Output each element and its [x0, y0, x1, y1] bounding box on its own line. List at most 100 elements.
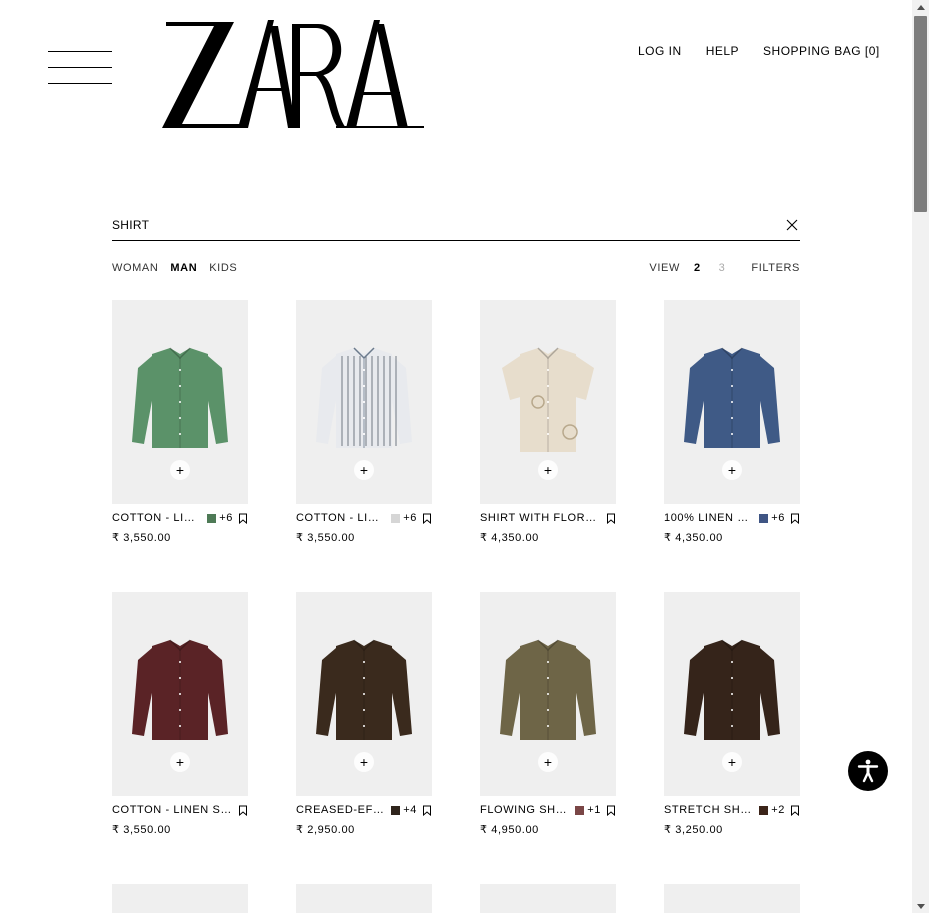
color-swatch[interactable] — [207, 513, 217, 523]
color-swatch[interactable] — [391, 513, 401, 523]
tab-man[interactable]: MAN — [170, 262, 197, 274]
product-price: ₹ 2,950.00 — [296, 824, 355, 836]
plus-icon[interactable]: + — [354, 752, 374, 772]
plus-icon[interactable]: + — [538, 460, 558, 480]
view-controls: VIEW 2 3 FILTERS — [649, 262, 800, 274]
color-swatch[interactable] — [759, 805, 769, 815]
product-price: ₹ 4,350.00 — [480, 532, 539, 544]
color-swatch[interactable] — [575, 805, 585, 815]
bookmark-icon[interactable] — [238, 805, 248, 816]
color-swatch[interactable] — [391, 805, 401, 815]
more-colors-count: +1 — [587, 804, 601, 816]
product-info: FLOWING SHIRT +1 — [480, 803, 616, 817]
product-info: COTTON - LINEN SHIRT — [112, 803, 248, 817]
menu-line — [48, 51, 112, 52]
tab-woman[interactable]: WOMAN — [112, 262, 158, 274]
bookmark-icon[interactable] — [606, 513, 616, 524]
product-image[interactable]: + — [480, 592, 616, 796]
product-name[interactable]: SHIRT WITH FLORAL EMBROIDERY — [480, 512, 601, 524]
bookmark-icon[interactable] — [238, 513, 248, 524]
shirt-image — [684, 347, 780, 448]
more-colors-count: +6 — [219, 512, 233, 524]
product-name[interactable]: CREASED-EFFECT SHIRT — [296, 804, 385, 816]
shirt-image — [316, 639, 412, 740]
product-card[interactable]: + FLOWING SHIRT +1 ₹ 4,950.00 — [480, 592, 616, 836]
help-link[interactable]: HELP — [706, 44, 739, 58]
shirt-image — [500, 639, 596, 740]
shirt-image — [132, 639, 228, 740]
search-input[interactable] — [112, 213, 752, 237]
product-image[interactable]: + — [664, 300, 800, 504]
hamburger-menu-icon[interactable] — [48, 51, 112, 85]
product-image[interactable]: + — [296, 592, 432, 796]
product-price: ₹ 4,350.00 — [664, 532, 723, 544]
bookmark-icon[interactable] — [790, 513, 800, 524]
gender-tabs: WOMAN MAN KIDS — [112, 262, 237, 274]
product-card[interactable]: + STRETCH SHIRT +2 ₹ 3,250.00 — [664, 592, 800, 836]
product-image[interactable] — [296, 884, 432, 913]
scroll-up-arrow-icon[interactable] — [912, 0, 929, 14]
bookmark-icon[interactable] — [790, 805, 800, 816]
product-name[interactable]: COTTON - LINEN SHIRT — [112, 804, 233, 816]
accessibility-icon[interactable] — [848, 751, 888, 791]
filters-button[interactable]: FILTERS — [751, 262, 800, 274]
product-name[interactable]: STRETCH SHIRT — [664, 804, 753, 816]
product-card[interactable] — [296, 884, 432, 913]
product-card[interactable]: + COTTON - LINEN STRIPED SHIRT +6 ₹ 3,55… — [296, 300, 432, 544]
product-image[interactable] — [664, 884, 800, 913]
product-price: ₹ 3,550.00 — [296, 532, 355, 544]
close-icon[interactable] — [784, 217, 800, 233]
plus-icon[interactable]: + — [354, 460, 374, 480]
plus-icon[interactable]: + — [170, 752, 190, 772]
page-scrollbar[interactable] — [912, 0, 929, 913]
scroll-down-arrow-icon[interactable] — [912, 899, 929, 913]
product-card[interactable]: + COTTON - LINEN SHIRT ₹ 3,550.00 — [112, 592, 248, 836]
plus-icon[interactable]: + — [170, 460, 190, 480]
product-price: ₹ 3,550.00 — [112, 824, 171, 836]
product-name[interactable]: FLOWING SHIRT — [480, 804, 569, 816]
product-info: SHIRT WITH FLORAL EMBROIDERY — [480, 511, 616, 525]
color-swatch[interactable] — [759, 513, 769, 523]
product-image[interactable] — [480, 884, 616, 913]
view-label: VIEW — [649, 262, 680, 274]
product-name[interactable]: COTTON - LINEN SHIRT — [112, 512, 201, 524]
product-image[interactable]: + — [296, 300, 432, 504]
product-card[interactable]: + COTTON - LINEN SHIRT +6 ₹ 3,550.00 — [112, 300, 248, 544]
bookmark-icon[interactable] — [422, 513, 432, 524]
plus-icon[interactable]: + — [722, 460, 742, 480]
product-card[interactable] — [480, 884, 616, 913]
product-card[interactable]: + CREASED-EFFECT SHIRT +4 ₹ 2,950.00 — [296, 592, 432, 836]
shirt-image — [684, 639, 780, 740]
top-navigation: LOG IN HELP SHOPPING BAG [0] — [638, 44, 880, 58]
bookmark-icon[interactable] — [422, 805, 432, 816]
product-name[interactable]: 100% LINEN SHIRT — [664, 512, 753, 524]
plus-icon[interactable]: + — [538, 752, 558, 772]
shirt-image — [502, 347, 594, 452]
shirt-image — [316, 347, 412, 448]
product-name[interactable]: COTTON - LINEN STRIPED SHIRT — [296, 512, 385, 524]
product-image[interactable]: + — [480, 300, 616, 504]
shopping-bag-link[interactable]: SHOPPING BAG [0] — [763, 44, 880, 58]
shirt-image — [132, 347, 228, 448]
tab-kids[interactable]: KIDS — [209, 262, 237, 274]
product-image[interactable] — [112, 884, 248, 913]
more-colors-count: +2 — [771, 804, 785, 816]
plus-icon[interactable]: + — [722, 752, 742, 772]
product-info: COTTON - LINEN SHIRT +6 — [112, 511, 248, 525]
product-image[interactable]: + — [112, 592, 248, 796]
login-link[interactable]: LOG IN — [638, 44, 682, 58]
product-card[interactable] — [664, 884, 800, 913]
view-option-3[interactable]: 3 — [719, 262, 726, 274]
brand-logo[interactable] — [160, 18, 424, 130]
product-image[interactable]: + — [664, 592, 800, 796]
product-image[interactable]: + — [112, 300, 248, 504]
view-option-2[interactable]: 2 — [694, 262, 701, 274]
product-card[interactable]: + 100% LINEN SHIRT +6 ₹ 4,350.00 — [664, 300, 800, 544]
search-bar — [112, 213, 800, 241]
bookmark-icon[interactable] — [606, 805, 616, 816]
scrollbar-thumb[interactable] — [914, 16, 927, 212]
product-card[interactable] — [112, 884, 248, 913]
product-card[interactable]: + SHIRT WITH FLORAL EMBROIDERY ₹ 4,350.0… — [480, 300, 616, 544]
more-colors-count: +4 — [403, 804, 417, 816]
more-colors-count: +6 — [403, 512, 417, 524]
